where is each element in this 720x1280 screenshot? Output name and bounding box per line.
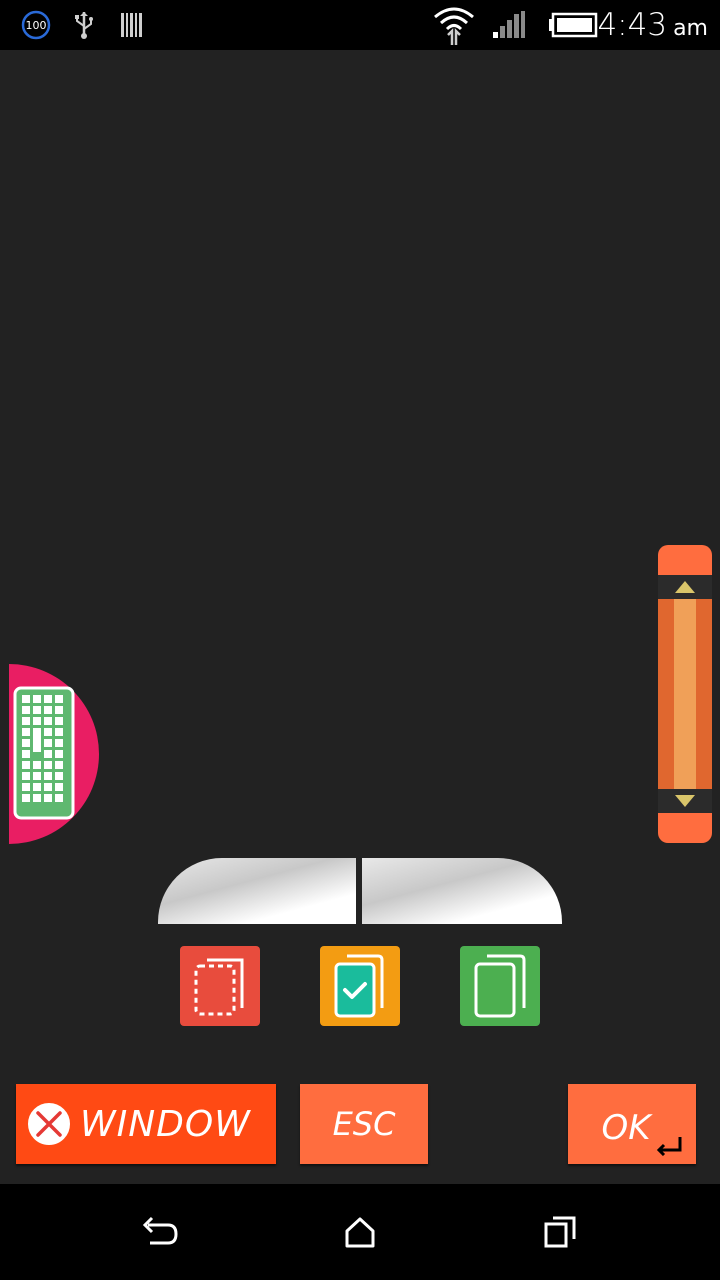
back-button[interactable] (100, 1184, 220, 1280)
badge-100-icon: 100 (20, 0, 52, 50)
esc-label: ESC (332, 1105, 396, 1143)
wifi-icon (432, 0, 476, 50)
battery-icon (548, 0, 598, 50)
usb-icon (72, 0, 96, 50)
clock: 4:43 am (597, 0, 708, 50)
mouse-left-button[interactable] (158, 858, 356, 924)
scroll-track[interactable] (658, 575, 712, 813)
paste-button[interactable] (320, 946, 400, 1026)
cut-icon (194, 958, 244, 1016)
screen: 100 4:43 am WINDOW ESC OK (0, 0, 720, 1280)
svg-text:100: 100 (26, 19, 47, 32)
mouse-right-button[interactable] (362, 858, 562, 924)
home-button[interactable] (300, 1184, 420, 1280)
status-bar: 100 4:43 am (0, 0, 720, 50)
close-window-button[interactable]: WINDOW (16, 1084, 276, 1164)
navigation-bar (0, 1184, 720, 1280)
signal-icon (492, 0, 526, 50)
paste-icon (334, 954, 384, 1018)
clock-ampm: am (673, 15, 708, 41)
arrow-down-icon[interactable] (658, 789, 712, 813)
recents-button[interactable] (500, 1184, 620, 1280)
enter-icon (656, 1137, 682, 1156)
home-icon (345, 1217, 375, 1248)
esc-button[interactable]: ESC (300, 1084, 428, 1164)
copy-icon (474, 954, 526, 1018)
barcode-icon (120, 0, 144, 50)
cut-button[interactable] (180, 946, 260, 1026)
scroll-bar[interactable] (658, 545, 712, 843)
back-icon (142, 1216, 178, 1245)
ok-button[interactable]: OK (568, 1084, 696, 1164)
copy-button[interactable] (460, 946, 540, 1026)
arrow-up-icon[interactable] (658, 575, 712, 599)
close-icon (26, 1101, 72, 1147)
clock-time: 4:43 (597, 7, 668, 43)
window-label: WINDOW (80, 1103, 251, 1145)
ok-label: OK (601, 1108, 651, 1148)
keyboard-icon (13, 686, 75, 820)
recents-icon (544, 1216, 576, 1248)
scroll-thumb[interactable] (674, 575, 696, 813)
